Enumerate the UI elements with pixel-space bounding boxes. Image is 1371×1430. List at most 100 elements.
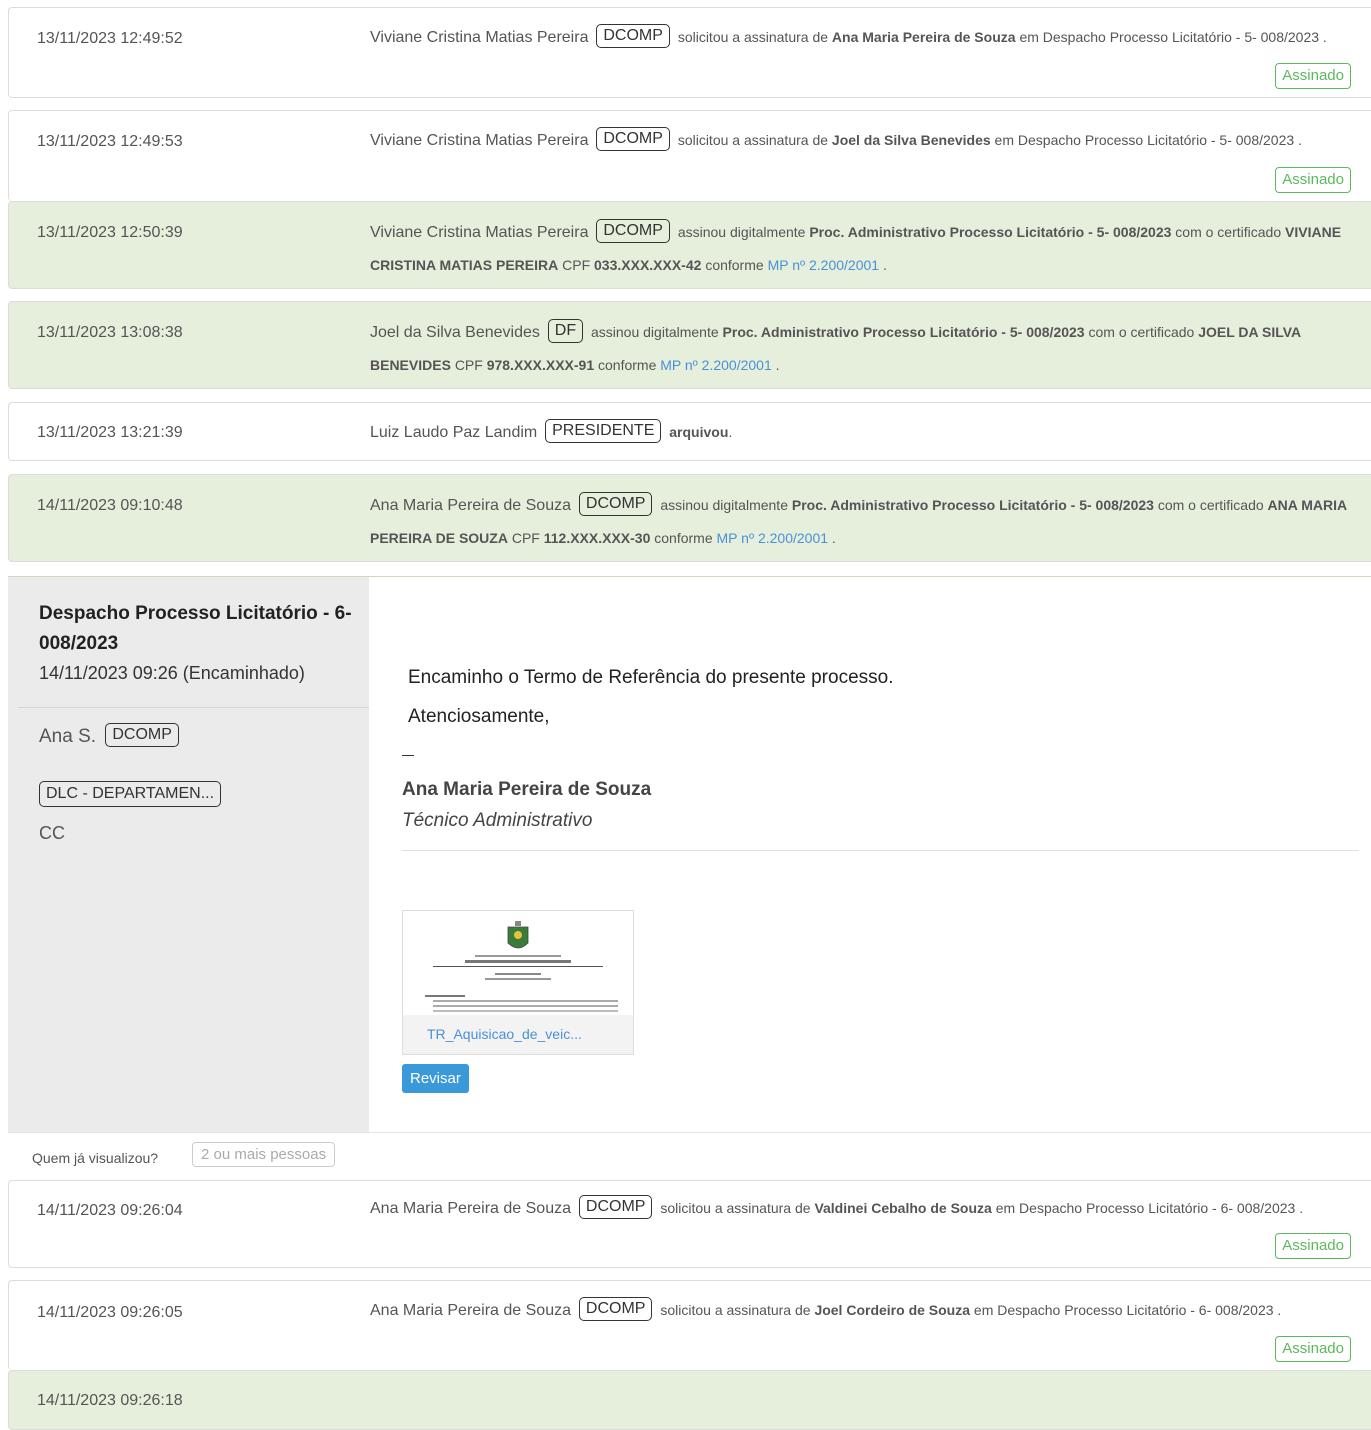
row-date: 13/11/2023 13:21:39 xyxy=(37,424,183,441)
user-name: Ana Maria Pereira de Souza xyxy=(370,1200,571,1217)
row-text: conforme xyxy=(654,530,713,546)
body-paragraph: Encaminho o Termo de Referência do prese… xyxy=(408,667,894,688)
row-date: 13/11/2023 12:49:52 xyxy=(37,30,183,47)
row-text: solicitou a assinatura de xyxy=(660,1302,811,1318)
row-message: Viviane Cristina Matias Pereira DCOMP so… xyxy=(370,21,1351,54)
history-row: 14/11/2023 09:26:04 Ana Maria Pereira de… xyxy=(8,1180,1371,1268)
row-message: Luiz Laudo Paz Landim PRESIDENTE arquivo… xyxy=(370,416,1351,449)
document-preview-icon xyxy=(425,921,618,1012)
cpf-value: 978.XXX.XXX-91 xyxy=(486,357,595,373)
divider xyxy=(18,707,369,708)
row-text: conforme xyxy=(598,357,657,373)
viewers-button[interactable]: 2 ou mais pessoas xyxy=(192,1142,336,1167)
role-tag: PRESIDENTE xyxy=(545,419,662,444)
status-badge: Assinado xyxy=(1275,1233,1351,1259)
divider xyxy=(402,850,1359,851)
target-user: Valdinei Cebalho de Souza xyxy=(814,1200,992,1216)
history-row: 14/11/2023 09:26:05 Ana Maria Pereira de… xyxy=(8,1280,1371,1370)
user-name: Viviane Cristina Matias Pereira xyxy=(370,29,589,46)
status-badge: Assinado xyxy=(1275,167,1351,193)
law-link[interactable]: MP nº 2.200/2001 xyxy=(717,530,829,546)
row-text: CPF xyxy=(562,257,591,273)
viewers-label: Quem já visualizou? xyxy=(32,1150,159,1166)
attachment-thumbnail xyxy=(403,911,633,1015)
row-message: Ana Maria Pereira de Souza DCOMP assinou… xyxy=(370,489,1351,554)
user-name: Ana Maria Pereira de Souza xyxy=(370,497,571,514)
cpf-value: 112.XXX.XXX-30 xyxy=(543,530,651,546)
row-text: . xyxy=(831,530,836,546)
row-text: com o certificado xyxy=(1175,224,1282,240)
row-text: em Despacho Processo Licitatório - 6- 00… xyxy=(973,1302,1282,1318)
history-row: 13/11/2023 12:49:52 Viviane Cristina Mat… xyxy=(8,7,1371,98)
recipient-department-tag[interactable]: DLC - DEPARTAMEN... xyxy=(39,781,222,807)
row-text: assinou digitalmente xyxy=(677,224,806,240)
row-date: 14/11/2023 09:26:05 xyxy=(37,1304,183,1321)
row-text: em Despacho Processo Licitatório - 5- 00… xyxy=(1019,29,1327,45)
signature-dash xyxy=(402,755,414,756)
row-message: Ana Maria Pereira de Souza DCOMP solicit… xyxy=(370,1294,1351,1327)
dispatch-body: Encaminho o Termo de Referência do prese… xyxy=(369,577,1371,1133)
row-text: . xyxy=(882,257,887,273)
row-text: assinou digitalmente xyxy=(660,497,788,513)
row-date: 13/11/2023 13:08:38 xyxy=(37,324,183,341)
dispatch-card: Despacho Processo Licitatório - 6- 008/2… xyxy=(8,576,1371,1133)
review-button[interactable]: Revisar xyxy=(402,1064,469,1093)
row-text: solicitou a assinatura de xyxy=(677,29,829,45)
body-paragraph: Atenciosamente, xyxy=(408,706,550,727)
document-name: Proc. Administrativo Processo Licitatóri… xyxy=(809,224,1172,240)
row-date: 14/11/2023 09:26:04 xyxy=(37,1202,183,1219)
department-tag: DCOMP xyxy=(105,723,179,747)
viewers-bar: Quem já visualizou? 2 ou mais pessoas xyxy=(8,1132,1371,1181)
history-row: 13/11/2023 13:08:38 Joel da Silva Benevi… xyxy=(8,301,1371,389)
target-user: Joel Cordeiro de Souza xyxy=(814,1302,971,1318)
history-row: 13/11/2023 13:21:39 Luiz Laudo Paz Landi… xyxy=(8,402,1371,461)
signature-role: Técnico Administrativo xyxy=(402,810,593,831)
row-message: Ana Maria Pereira de Souza DCOMP solicit… xyxy=(370,1192,1351,1225)
user-name: Joel da Silva Benevides xyxy=(370,324,540,341)
row-date: 13/11/2023 12:49:53 xyxy=(37,133,183,150)
row-text: com o certificado xyxy=(1157,497,1264,513)
department-tag: DCOMP xyxy=(596,24,670,49)
row-message: Joel da Silva Benevides DF assinou digit… xyxy=(370,316,1351,381)
row-text: conforme xyxy=(705,257,764,273)
target-user: Joel da Silva Benevides xyxy=(831,132,991,148)
author-name: Ana S. xyxy=(39,726,97,748)
department-tag: DCOMP xyxy=(596,219,670,244)
action-text: arquivou xyxy=(669,424,729,440)
department-tag: DCOMP xyxy=(596,127,670,152)
department-tag: DCOMP xyxy=(578,1195,653,1220)
row-text: CPF xyxy=(511,530,540,546)
attachment-card[interactable]: TR_Aquisicao_de_veic... xyxy=(402,910,634,1055)
department-tag: DCOMP xyxy=(578,1297,653,1322)
row-message: Viviane Cristina Matias Pereira DCOMP so… xyxy=(370,124,1351,157)
row-text: com o certificado xyxy=(1088,324,1195,340)
row-text: . xyxy=(728,424,733,440)
department-tag: DCOMP xyxy=(578,492,653,517)
row-text: assinou digitalmente xyxy=(591,324,719,340)
user-name: Ana Maria Pereira de Souza xyxy=(370,1302,571,1319)
row-text: solicitou a assinatura de xyxy=(660,1200,811,1216)
row-text: em Despacho Processo Licitatório - 5- 00… xyxy=(994,132,1302,148)
dispatch-datetime: 14/11/2023 09:26 (Encaminhado) xyxy=(39,663,305,683)
dispatch-author: Ana S. DCOMP xyxy=(39,723,183,749)
row-text: CPF xyxy=(454,357,483,373)
row-text: em Despacho Processo Licitatório - 6- 00… xyxy=(995,1200,1304,1216)
row-message: Viviane Cristina Matias Pereira DCOMP as… xyxy=(370,216,1351,281)
cpf-value: 033.XXX.XXX-42 xyxy=(594,257,702,273)
history-row: 13/11/2023 12:49:53 Viviane Cristina Mat… xyxy=(8,110,1371,201)
attachment-filename[interactable]: TR_Aquisicao_de_veic... xyxy=(427,1026,582,1042)
row-date: 13/11/2023 12:50:39 xyxy=(37,224,183,241)
user-name: Viviane Cristina Matias Pereira xyxy=(370,132,589,149)
status-badge: Assinado xyxy=(1275,63,1351,89)
row-date: 14/11/2023 09:10:48 xyxy=(37,497,183,514)
row-date: 14/11/2023 09:26:18 xyxy=(37,1392,183,1409)
law-link[interactable]: MP nº 2.200/2001 xyxy=(768,257,880,273)
dispatch-sidebar: Despacho Processo Licitatório - 6- 008/2… xyxy=(8,577,369,1133)
law-link[interactable]: MP nº 2.200/2001 xyxy=(660,357,772,373)
signature-name: Ana Maria Pereira de Souza xyxy=(402,779,652,800)
cc-label: CC xyxy=(39,823,65,843)
history-row: 14/11/2023 09:26:18 xyxy=(8,1370,1371,1430)
history-row: 13/11/2023 12:50:39 Viviane Cristina Mat… xyxy=(8,201,1371,289)
user-name: Luiz Laudo Paz Landim xyxy=(370,424,538,441)
user-name: Viviane Cristina Matias Pereira xyxy=(370,224,589,241)
